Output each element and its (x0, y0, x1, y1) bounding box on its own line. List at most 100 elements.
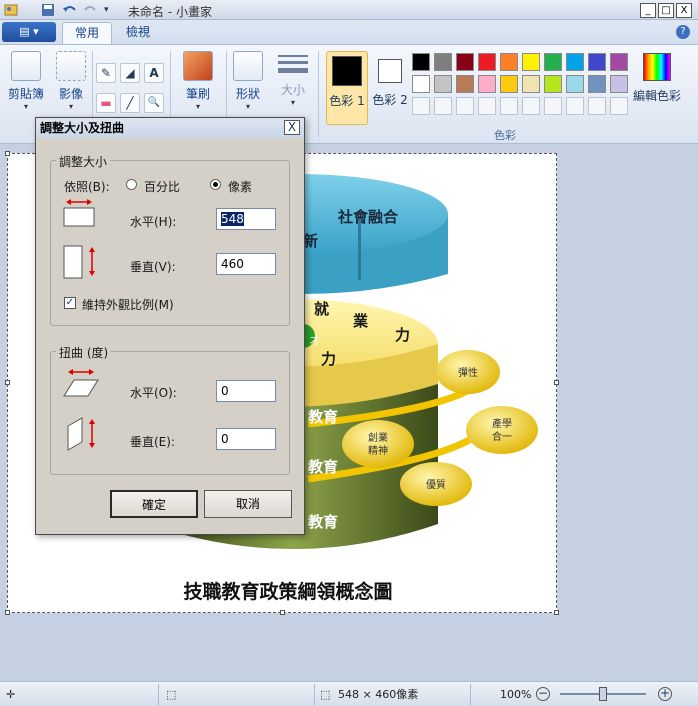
palette-swatch[interactable] (456, 75, 474, 93)
label-entrepreneurship-line1: 創業 (368, 431, 388, 444)
cancel-button[interactable]: 取消 (204, 490, 292, 518)
image-label: 影像 (58, 87, 83, 101)
ok-button[interactable]: 確定 (110, 490, 198, 518)
palette-swatch[interactable] (500, 97, 518, 115)
palette-swatch[interactable] (610, 53, 628, 71)
close-button[interactable]: X (676, 3, 692, 18)
dialog-title: 調整大小及扭曲 (36, 118, 304, 138)
redo-icon[interactable] (82, 2, 98, 18)
palette-swatch[interactable] (412, 75, 430, 93)
palette-swatch[interactable] (500, 75, 518, 93)
vertical-resize-icon (62, 244, 102, 280)
palette-swatch[interactable] (412, 53, 430, 71)
palette-swatch[interactable] (588, 97, 606, 115)
resize-handle-left-middle[interactable] (5, 380, 10, 385)
resize-handle-right-middle[interactable] (554, 380, 559, 385)
palette-swatch[interactable] (434, 75, 452, 93)
palette-swatch[interactable] (522, 53, 540, 71)
paint-app-icon[interactable] (3, 2, 19, 18)
clipboard-icon (11, 51, 41, 81)
eraser-icon[interactable]: ▬ (96, 93, 116, 113)
skew-horizontal-input[interactable]: 0 (216, 380, 276, 402)
size-lines-icon (278, 55, 308, 73)
palette-swatch[interactable] (412, 97, 430, 115)
maximize-button[interactable]: □ (658, 3, 674, 18)
label-ability: 力 (321, 350, 336, 368)
file-menu-button[interactable]: ▤ ▾ (2, 22, 56, 42)
resize-legend: 調整大小 (56, 153, 111, 170)
dialog-close-button[interactable]: X (284, 120, 300, 135)
palette-swatch[interactable] (566, 53, 584, 71)
skew-vertical-input[interactable]: 0 (216, 428, 276, 450)
vertical-skew-icon (62, 416, 102, 452)
brushes-label: 筆刷 (185, 87, 210, 101)
shapes-button[interactable]: 形狀 ▾ (230, 51, 266, 111)
palette-swatch[interactable] (434, 53, 452, 71)
fill-icon[interactable]: ◢ (120, 63, 140, 83)
palette-swatch[interactable] (456, 97, 474, 115)
edit-colors-label: 編輯色彩 (632, 89, 681, 103)
clipboard-label: 剪貼簿 (7, 87, 44, 101)
undo-icon[interactable] (62, 2, 78, 18)
resize-horizontal-input[interactable]: 548 (216, 208, 276, 230)
pixels-label[interactable]: 像素 (228, 178, 252, 195)
zoom-slider-thumb[interactable] (599, 687, 607, 701)
maintain-aspect-checkbox[interactable]: ✓ (64, 297, 76, 309)
palette-swatch[interactable] (610, 97, 628, 115)
color1-swatch (332, 56, 362, 86)
palette-swatch[interactable] (566, 75, 584, 93)
save-icon[interactable] (40, 2, 56, 18)
color1-button[interactable]: 色彩 1 (326, 51, 368, 125)
resize-horizontal-label: 水平(H): (130, 215, 177, 229)
resize-handle-bottom-left[interactable] (5, 610, 10, 615)
palette-swatch[interactable] (478, 75, 496, 93)
palette-swatch[interactable] (478, 53, 496, 71)
resize-handle-bottom-middle[interactable] (280, 610, 285, 615)
resize-horizontal-value: 548 (221, 212, 244, 226)
palette-swatch[interactable] (588, 53, 606, 71)
palette-swatch[interactable] (544, 97, 562, 115)
palette-swatch[interactable] (456, 53, 474, 71)
percent-label[interactable]: 百分比 (144, 178, 180, 195)
zoom-out-button[interactable]: − (536, 687, 550, 701)
palette-swatch[interactable] (588, 75, 606, 93)
magnifier-icon[interactable]: 🔍 (144, 93, 164, 113)
color-picker-icon[interactable]: ╱ (120, 93, 140, 113)
customize-toolbar-icon[interactable]: ▾ (104, 2, 120, 18)
brushes-button[interactable]: 筆刷 ▾ (176, 51, 220, 111)
edit-colors-button[interactable]: 編輯色彩 (632, 51, 682, 104)
pixels-radio[interactable] (210, 179, 221, 190)
size-button[interactable]: 大小 ▾ (274, 51, 312, 107)
pencil-icon[interactable]: ✎ (96, 63, 116, 83)
minimize-button[interactable]: _ (640, 3, 656, 18)
palette-swatch[interactable] (434, 97, 452, 115)
palette-swatch[interactable] (522, 75, 540, 93)
image-button[interactable]: 影像 ▾ (52, 51, 90, 111)
color2-button[interactable]: 色彩 2 (370, 51, 410, 125)
text-tool-icon[interactable]: A (144, 63, 164, 83)
clipboard-button[interactable]: 剪貼簿 ▾ (6, 51, 46, 111)
resize-handle-bottom-right[interactable] (554, 610, 559, 615)
zoom-in-button[interactable]: + (658, 687, 672, 701)
palette-swatch[interactable] (500, 53, 518, 71)
palette-swatch[interactable] (478, 97, 496, 115)
resize-vertical-input[interactable]: 460 (216, 253, 276, 275)
palette-swatch[interactable] (610, 75, 628, 93)
size-label: 大小 (280, 83, 305, 97)
resize-vertical-label: 垂直(V): (130, 260, 176, 274)
palette-swatch[interactable] (566, 97, 584, 115)
maintain-aspect-label[interactable]: 維持外觀比例(M) (82, 296, 174, 313)
palette-swatch[interactable] (522, 97, 540, 115)
tab-home[interactable]: 常用 (62, 22, 113, 44)
resize-handle-top-left[interactable] (5, 151, 10, 156)
tab-view[interactable]: 檢視 (114, 22, 162, 44)
selection-size-icon: ⬚ (166, 688, 177, 701)
image-size-icon: ⬚ (320, 688, 331, 701)
label-social-inclusion: 社會融合 (337, 208, 399, 226)
label-employ-3: 力 (395, 326, 410, 344)
percent-radio[interactable] (126, 179, 137, 190)
help-icon[interactable]: ? (676, 25, 690, 39)
palette-swatch[interactable] (544, 53, 562, 71)
basis-label: 依照(B): (64, 180, 110, 194)
palette-swatch[interactable] (544, 75, 562, 93)
